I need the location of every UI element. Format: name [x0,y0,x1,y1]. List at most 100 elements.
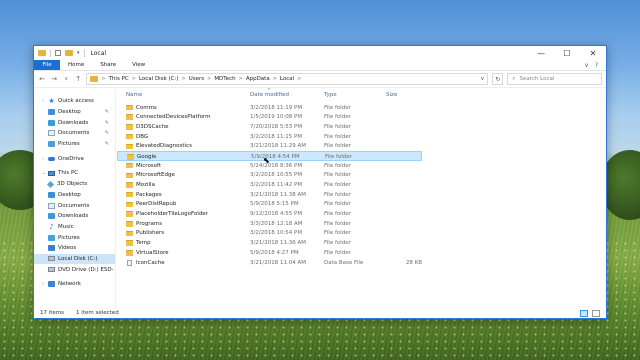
file-row-microsoft[interactable]: Microsoft 5/24/2018 8:36 PM File folder [116,161,606,171]
tab-share[interactable]: Share [92,60,124,70]
file-type: File folder [324,191,351,198]
nav-local-disk[interactable]: Local Disk (C:) [34,253,115,265]
file-size: 28 KB [405,259,422,266]
file-row-microsoftedge[interactable]: MicrosoftEdge 3/2/2018 10:55 PM File fol… [116,171,606,181]
documents-icon [48,202,55,209]
file-row-dbg[interactable]: DBG 3/2/2018 11:15 PM File folder [116,132,606,142]
refresh-button[interactable]: ↻ [492,73,504,85]
nav-dvd-drive[interactable]: DVD Drive (D:) ESD- [34,264,115,275]
file-row-mozilla[interactable]: Mozilla 3/2/2018 11:42 PM File folder [116,181,606,191]
close-button[interactable]: ✕ [580,46,606,60]
tab-view[interactable]: View [124,60,153,70]
breadcrumb-separator[interactable]: > [297,76,301,82]
file-row-publishers[interactable]: Publishers 3/2/2018 10:54 PM File folder [116,229,606,239]
breadcrumb-separator[interactable]: > [132,76,136,82]
tab-home[interactable]: Home [60,60,92,70]
nav-downloads[interactable]: Downloads [34,211,115,222]
nav-label: Network [58,281,81,288]
breadcrumb-local-disk[interactable]: Local Disk (C:) [139,76,179,82]
breadcrumb-separator[interactable]: > [239,76,243,82]
folder-icon [38,50,46,56]
recent-locations-icon[interactable]: ∨ [62,74,70,85]
pin-icon: ✎ [104,141,109,148]
nav-pictures[interactable]: Pictures [34,232,115,243]
column-name[interactable]: Name [126,92,142,98]
nav-label: Downloads [58,213,89,220]
nav-music[interactable]: ♪ Music [34,222,115,233]
up-icon[interactable]: ↑ [74,74,82,85]
nav-3d-objects[interactable]: 3D Objects [34,179,115,190]
music-icon: ♪ [49,222,54,231]
forward-icon[interactable]: → [50,74,58,85]
date-modified: 3/21/2018 11:29 AM [250,143,307,150]
nav-onedrive[interactable]: › OneDrive [34,153,115,164]
minimize-button[interactable]: — [528,46,554,60]
address-bar[interactable]: > This PC > Local Disk (C:) > Users > MD… [86,73,489,85]
file-name: Programs [136,220,163,227]
file-row-virtualstore[interactable]: VirtualStore 5/9/2018 4:27 PM File folde… [116,248,606,258]
file-row-packages[interactable]: Packages 3/21/2018 11:38 AM File folder [116,190,606,200]
breadcrumb-separator[interactable]: > [207,76,211,82]
nav-quick-downloads[interactable]: Downloads ✎ [34,117,115,128]
breadcrumb-mdtech[interactable]: MDTech [214,76,235,82]
file-type: File folder [324,249,351,256]
customize-toolbar-icon[interactable]: ▾ [77,50,80,56]
file-row-peerdistrepub[interactable]: PeerDistRepub 5/9/2018 5:15 PM File fold… [116,200,606,210]
file-row-iconcache[interactable]: IconCache 3/21/2018 11:04 AM Data Base F… [116,258,606,268]
file-row-placeholdertilelogofolder[interactable]: PlaceholderTileLogoFolder 9/12/2018 4:55… [116,210,606,220]
nav-label: Documents [58,130,90,137]
nav-this-pc[interactable]: ⌄ This PC [34,168,115,179]
file-row-connecteddevicesplatform[interactable]: ConnectedDevicesPlatform 1/5/2019 10:08 … [116,113,606,123]
column-size[interactable]: Size [386,92,397,98]
new-folder-icon[interactable] [65,50,73,56]
file-type: File folder [324,211,351,218]
breadcrumb-this-pc[interactable]: This PC [109,76,129,82]
expand-ribbon-icon[interactable]: ∨ [584,62,588,69]
nav-desktop[interactable]: Desktop [34,190,115,201]
file-row-temp[interactable]: Temp 3/21/2018 11:36 AM File folder [116,239,606,249]
breadcrumb-local[interactable]: Local [280,76,294,82]
search-icon: ⌕ [512,75,516,82]
file-name-cell: IconCache [126,259,165,266]
breadcrumb-separator[interactable]: > [182,76,186,82]
column-date-modified[interactable]: Date modified [250,92,289,98]
nav-network[interactable]: › Network [34,279,115,290]
folder-icon [126,162,133,169]
properties-icon[interactable] [55,50,61,56]
file-row-d3dscache[interactable]: D3DSCache 7/20/2018 5:53 PM File folder [116,122,606,132]
column-type[interactable]: Type [324,92,337,98]
nav-quick-documents[interactable]: Documents ✎ [34,128,115,139]
tab-file[interactable]: File [34,60,60,70]
file-row-comms[interactable]: Comms 3/2/2018 11:19 PM File folder [116,103,606,113]
nav-quick-pictures[interactable]: Pictures ✎ [34,139,115,150]
breadcrumb-users[interactable]: Users [189,76,204,82]
file-name-cell: VirtualStore [126,250,169,256]
search-input[interactable]: ⌕ Search Local [507,73,602,85]
nav-label: Videos [58,245,77,252]
date-modified: 3/2/2018 11:42 PM [250,182,303,188]
computer-icon [48,170,55,176]
file-type: File folder [324,172,351,179]
large-icons-view-icon[interactable] [592,309,600,317]
file-type: Data Base File [324,259,364,266]
help-icon[interactable]: ? [595,62,598,69]
file-name: ElevatedDiagnostics [136,143,192,150]
maximize-button[interactable]: ☐ [554,46,580,60]
nav-quick-access[interactable]: › ★ Quick access [34,96,115,107]
details-view-icon[interactable] [580,309,588,317]
file-name-cell: Temp [126,240,151,246]
breadcrumb-appdata[interactable]: AppData [246,76,270,82]
address-dropdown-icon[interactable]: ∨ [480,76,484,82]
nav-label: 3D Objects [57,181,88,188]
nav-quick-desktop[interactable]: Desktop ✎ [34,107,115,118]
file-row-elevateddiagnostics[interactable]: ElevatedDiagnostics 3/21/2018 11:29 AM F… [116,142,606,152]
title-bar: ▾ Local — ☐ ✕ [34,46,606,60]
pin-icon: ✎ [104,119,109,126]
breadcrumb-separator[interactable]: > [273,76,277,82]
file-name-cell: ElevatedDiagnostics [126,143,192,149]
explorer-body: › ★ Quick access Desktop ✎ Downloads ✎ D… [34,88,606,308]
back-icon[interactable]: ← [38,74,46,85]
nav-videos[interactable]: Videos [34,243,115,254]
file-row-programs[interactable]: Programs 3/3/2018 12:18 AM File folder [116,219,606,229]
nav-documents[interactable]: Documents [34,200,115,211]
